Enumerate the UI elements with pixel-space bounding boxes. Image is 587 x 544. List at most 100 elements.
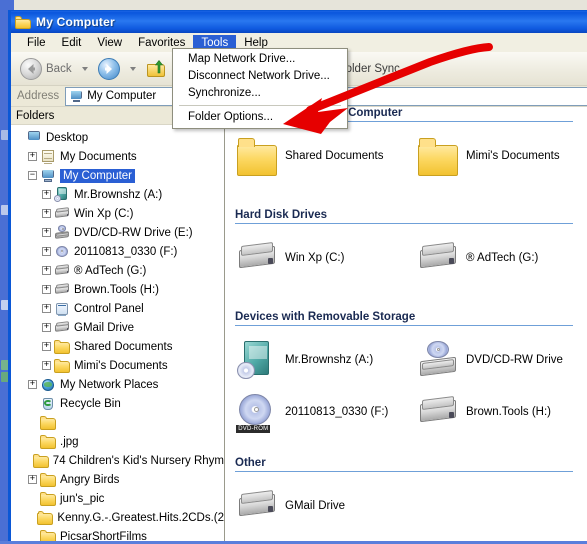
tree-expand-icon[interactable]: + (42, 247, 51, 256)
tree-item[interactable]: + Control Panel (11, 299, 224, 318)
group-title: Devices with Removable Storage (235, 311, 416, 323)
folder-icon (237, 136, 277, 176)
tree-item[interactable]: + Angry Birds (11, 470, 224, 489)
tree-expand-icon[interactable]: + (42, 361, 51, 370)
folder-icon (54, 358, 70, 373)
forward-button[interactable] (95, 55, 123, 83)
tree-expand-icon[interactable]: + (42, 323, 51, 332)
drive-tile[interactable]: ® AdTech (G:) (406, 238, 587, 278)
tree-expand-icon[interactable]: + (42, 228, 51, 237)
tree-item[interactable]: + My Network Places (11, 375, 224, 394)
tree-collapse-icon[interactable]: − (28, 171, 37, 180)
harddisk-icon (237, 238, 277, 278)
address-label: Address (17, 90, 60, 102)
tree-item[interactable]: + Shared Documents (11, 337, 224, 356)
my-computer-folder-icon (15, 15, 31, 29)
menu-edit[interactable]: Edit (54, 35, 90, 51)
floppy-icon (54, 187, 70, 202)
harddisk-icon (54, 263, 70, 278)
harddisk-icon (237, 486, 277, 526)
menu-item-map-network-drive[interactable]: Map Network Drive... (173, 51, 347, 68)
menu-item-disconnect-network-drive[interactable]: Disconnect Network Drive... (173, 68, 347, 85)
tree-item-label: My Documents (60, 150, 137, 163)
floppy-icon (54, 187, 70, 202)
tree-expand-icon[interactable]: + (28, 152, 37, 161)
drive-tile-label: Win Xp (C:) (285, 252, 345, 264)
tree-item-label: PicsarShortFilms (60, 530, 147, 542)
drive-tile[interactable]: Mimi's Documents (406, 136, 587, 176)
tree-item-label: My Network Places (60, 378, 159, 391)
tree-item[interactable]: + Brown.Tools (H:) (11, 280, 224, 299)
tree-item[interactable]: Desktop (11, 128, 224, 147)
disc-icon (54, 244, 70, 259)
folder-tree[interactable]: Desktop + My Documents − My Computer + Mr.Brow… (11, 125, 224, 541)
back-dropdown-caret[interactable] (81, 66, 88, 71)
tools-dropdown-menu[interactable]: Map Network Drive... Disconnect Network … (172, 48, 348, 129)
tree-item[interactable]: + ® AdTech (G:) (11, 261, 224, 280)
tree-item[interactable]: + GMail Drive (11, 318, 224, 337)
tree-item[interactable]: + DVD/CD-RW Drive (E:) (11, 223, 224, 242)
tree-expander-none (28, 494, 37, 503)
tree-expand-icon[interactable]: + (28, 380, 37, 389)
tree-expand-icon[interactable]: + (42, 190, 51, 199)
harddisk-icon (418, 392, 458, 432)
tree-item[interactable]: +20110813_0330 (F:) (11, 242, 224, 261)
menu-item-synchronize[interactable]: Synchronize... (173, 85, 347, 102)
group-divider (235, 325, 573, 326)
tree-item[interactable]: Kenny.G.-.Greatest.Hits.2CDs.(2 (11, 508, 224, 527)
harddisk-icon (54, 282, 70, 297)
tree-item[interactable]: + My Documents (11, 147, 224, 166)
folder-icon (37, 510, 54, 525)
tree-expander-none (28, 456, 30, 465)
tree-item[interactable]: 74 Children's Kid's Nursery Rhym (11, 451, 224, 470)
menu-item-folder-options[interactable]: Folder Options... (173, 109, 347, 126)
tree-item[interactable]: Recycle Bin (11, 394, 224, 413)
address-value: My Computer (87, 90, 157, 102)
drive-tile[interactable]: DVD-ROM 20110813_0330 (F:) (225, 392, 406, 433)
forward-dropdown-caret[interactable] (129, 66, 136, 71)
tree-item[interactable]: + Win Xp (C:) (11, 204, 224, 223)
window-title: My Computer (36, 15, 115, 29)
harddisk-icon (418, 238, 458, 278)
control-panel-icon (54, 301, 70, 316)
harddisk-icon (54, 263, 70, 278)
drive-tile-label: Mimi's Documents (466, 150, 560, 162)
drive-tile[interactable]: DVD/CD-RW Drive (406, 340, 587, 380)
folder-icon (40, 415, 56, 430)
drive-tile[interactable]: Mr.Brownshz (A:) (225, 340, 406, 380)
tree-item-label: Desktop (46, 131, 89, 144)
tile-row: Shared Documents Mimi's Documents (225, 136, 587, 176)
tree-item[interactable]: jun's_pic (11, 489, 224, 508)
tree-item[interactable]: + Mr.Brownshz (A:) (11, 185, 224, 204)
tree-expand-icon[interactable]: + (42, 285, 51, 294)
drive-tile[interactable]: Brown.Tools (H:) (406, 392, 587, 432)
floppy-icon (237, 340, 277, 380)
tree-expand-icon[interactable]: + (42, 266, 51, 275)
tree-expand-icon[interactable]: + (42, 342, 51, 351)
network-icon (40, 377, 56, 392)
tree-item[interactable]: .jpg (11, 432, 224, 451)
tree-item[interactable]: − My Computer (11, 166, 224, 185)
window-titlebar[interactable]: My Computer (11, 11, 587, 33)
tree-item[interactable] (11, 413, 224, 432)
tree-expand-icon[interactable]: + (28, 475, 37, 484)
back-button[interactable]: Back (17, 55, 75, 83)
tree-expander-none (28, 418, 37, 427)
cd-drive-icon (418, 340, 458, 380)
tree-item[interactable]: PicsarShortFilms (11, 527, 224, 541)
drive-tile[interactable]: GMail Drive (225, 486, 406, 526)
tile-row: Mr.Brownshz (A:) DVD/CD-RW Drive (225, 340, 587, 380)
content-pane[interactable]: Files Stored on This ComputerShared Docu… (225, 107, 587, 541)
menu-file[interactable]: File (19, 35, 54, 51)
menu-view[interactable]: View (89, 35, 130, 51)
group-title: Other (235, 457, 266, 469)
disc-icon (54, 244, 70, 259)
tree-item[interactable]: + Mimi's Documents (11, 356, 224, 375)
harddisk-icon (54, 206, 70, 221)
drive-tile[interactable]: Win Xp (C:) (225, 238, 406, 278)
up-one-level-button[interactable] (143, 55, 171, 83)
drive-tile[interactable]: Shared Documents (225, 136, 406, 176)
folder-icon (418, 136, 458, 176)
tree-expand-icon[interactable]: + (42, 304, 51, 313)
tree-expand-icon[interactable]: + (42, 209, 51, 218)
